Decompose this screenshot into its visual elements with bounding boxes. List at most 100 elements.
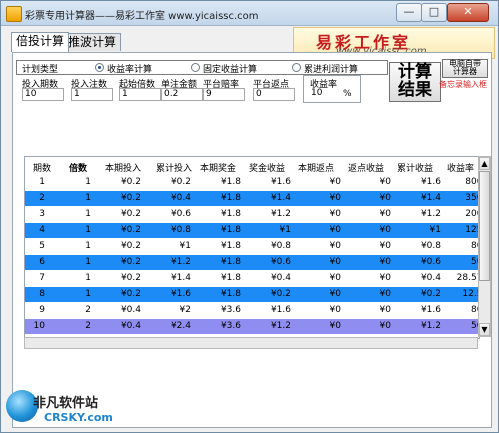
start-multiple-input[interactable]: 1 bbox=[119, 88, 161, 101]
table-cell: ¥0.2 bbox=[120, 257, 141, 267]
column-header-rebate-profit: 返点收益 bbox=[348, 164, 385, 174]
table-cell: 1 bbox=[85, 273, 91, 283]
table-cell: ¥0.2 bbox=[120, 241, 141, 251]
table-cell: ¥0 bbox=[379, 193, 391, 203]
scroll-up-arrow-icon[interactable]: ▲ bbox=[479, 157, 490, 170]
table-cell: ¥0.8 bbox=[420, 241, 441, 251]
radio-fixed-label: 固定收益计算 bbox=[203, 65, 258, 75]
vertical-scrollbar[interactable]: ▲ ▼ bbox=[478, 156, 491, 337]
table-cell: 1 bbox=[85, 193, 91, 203]
column-header-current-rebate: 本期返点 bbox=[298, 164, 335, 174]
table-row[interactable]: 2 1 ¥0.2 ¥0.4 ¥1.8 ¥1.4 ¥0 ¥0 ¥1.4 350% bbox=[25, 191, 479, 206]
calculate-button-line1: 计算 bbox=[398, 62, 432, 82]
close-button[interactable]: ✕ bbox=[447, 3, 489, 22]
tab-multiply-calc[interactable]: 倍投计算 bbox=[11, 32, 70, 52]
table-cell: ¥1.6 bbox=[420, 177, 441, 187]
calculate-button[interactable]: 计算 结果 bbox=[389, 62, 441, 102]
table-cell: ¥1.6 bbox=[420, 305, 441, 315]
radio-fixed-calc[interactable] bbox=[191, 63, 200, 72]
minimize-button[interactable]: — bbox=[396, 3, 422, 22]
table-row[interactable]: 8 1 ¥0.2 ¥1.6 ¥1.8 ¥0.2 ¥0 ¥0 ¥0.2 12.5% bbox=[25, 287, 479, 302]
scrollbar-thumb[interactable] bbox=[479, 171, 490, 281]
table-cell: ¥0.6 bbox=[170, 209, 191, 219]
table-cell: ¥0 bbox=[329, 209, 341, 219]
table-cell: ¥0 bbox=[379, 209, 391, 219]
row-index-cell: 9 bbox=[39, 305, 45, 315]
yield-input[interactable]: 10 bbox=[309, 88, 341, 99]
table-cell: 1 bbox=[85, 257, 91, 267]
radio-progressive-calc[interactable] bbox=[292, 63, 301, 72]
column-header-current-prize: 本期奖金 bbox=[200, 164, 237, 174]
table-cell: ¥0.8 bbox=[170, 225, 191, 235]
row-index-cell: 3 bbox=[39, 209, 45, 219]
horizontal-scrollbar[interactable] bbox=[24, 337, 478, 349]
unit-amount-input[interactable]: 0.2 bbox=[161, 88, 203, 101]
table-cell: 2 bbox=[85, 305, 91, 315]
row-index-cell: 6 bbox=[39, 257, 45, 267]
table-row[interactable]: 7 1 ¥0.2 ¥1.4 ¥1.8 ¥0.4 ¥0 ¥0 ¥0.4 28.57% bbox=[25, 271, 479, 286]
table-cell: ¥0.6 bbox=[270, 257, 291, 267]
table-row[interactable]: 10 2 ¥0.4 ¥2.4 ¥3.6 ¥1.2 ¥0 ¥0 ¥1.2 50% bbox=[25, 319, 479, 334]
calculate-button-line2: 结果 bbox=[398, 80, 432, 100]
table-cell: 800% bbox=[465, 177, 479, 187]
table-cell: ¥0.2 bbox=[120, 177, 141, 187]
table-cell: ¥1.4 bbox=[170, 273, 191, 283]
table-row[interactable]: 4 1 ¥0.2 ¥0.8 ¥1.8 ¥1 ¥0 ¥0 ¥1 125% bbox=[25, 223, 479, 238]
title-bar[interactable]: 彩票专用计算器——易彩工作室 www.yicaissc.com — □ ✕ bbox=[1, 1, 498, 26]
table-cell: 1 bbox=[85, 289, 91, 299]
table-cell: ¥1 bbox=[429, 225, 441, 235]
table-row[interactable]: 3 1 ¥0.2 ¥0.6 ¥1.8 ¥1.2 ¥0 ¥0 ¥1.2 200% bbox=[25, 207, 479, 222]
table-cell: ¥0.2 bbox=[120, 289, 141, 299]
rebate-input[interactable]: 0 bbox=[253, 88, 295, 101]
table-cell: ¥0 bbox=[379, 257, 391, 267]
table-cell: ¥0.6 bbox=[420, 257, 441, 267]
table-cell: ¥0 bbox=[379, 321, 391, 331]
row-index-cell: 1 bbox=[39, 177, 45, 187]
table-cell: ¥3.6 bbox=[220, 321, 241, 331]
table-cell: ¥1.8 bbox=[220, 209, 241, 219]
table-cell: ¥0 bbox=[379, 289, 391, 299]
table-row[interactable]: 5 1 ¥0.2 ¥1 ¥1.8 ¥0.8 ¥0 ¥0 ¥0.8 80% bbox=[25, 239, 479, 254]
row-index-cell: 7 bbox=[39, 273, 45, 283]
table-cell: 2 bbox=[85, 321, 91, 331]
column-header-prize-profit: 奖金收益 bbox=[249, 164, 286, 174]
table-cell: ¥0 bbox=[329, 241, 341, 251]
system-calculator-line2: 计算器 bbox=[453, 67, 477, 76]
window-title: 彩票专用计算器——易彩工作室 www.yicaissc.com bbox=[25, 11, 259, 22]
table-cell: 350% bbox=[465, 193, 479, 203]
table-cell: ¥1.8 bbox=[220, 273, 241, 283]
app-window: 彩票专用计算器——易彩工作室 www.yicaissc.com — □ ✕ 倍投… bbox=[0, 0, 499, 433]
column-header-cumulative-input: 累计投入 bbox=[156, 164, 193, 174]
bets-input[interactable]: 1 bbox=[71, 88, 113, 101]
table-cell: ¥2.4 bbox=[170, 321, 191, 331]
table-cell: ¥0.2 bbox=[120, 209, 141, 219]
table-cell: ¥0.2 bbox=[120, 225, 141, 235]
table-row[interactable]: 6 1 ¥0.2 ¥1.2 ¥1.8 ¥0.6 ¥0 ¥0 ¥0.6 50% bbox=[25, 255, 479, 270]
table-cell: ¥1 bbox=[279, 225, 291, 235]
table-cell: ¥0 bbox=[379, 241, 391, 251]
table-cell: ¥0.2 bbox=[270, 289, 291, 299]
radio-yield-calc[interactable] bbox=[95, 63, 104, 72]
table-row[interactable]: 9 2 ¥0.4 ¥2 ¥3.6 ¥1.6 ¥0 ¥0 ¥1.6 80% bbox=[25, 303, 479, 318]
table-cell: 1 bbox=[85, 177, 91, 187]
table-cell: 1 bbox=[85, 241, 91, 251]
table-cell: ¥0 bbox=[329, 257, 341, 267]
row-index-cell: 4 bbox=[39, 225, 45, 235]
table-cell: ¥1.8 bbox=[220, 257, 241, 267]
yield-unit: % bbox=[343, 89, 352, 99]
tab-wave-calc[interactable]: 推波计算 bbox=[63, 33, 122, 51]
table-row[interactable]: 1 1 ¥0.2 ¥0.2 ¥1.8 ¥1.6 ¥0 ¥0 ¥1.6 800% bbox=[25, 175, 479, 190]
radio-progressive-label: 累进利润计算 bbox=[304, 65, 359, 75]
table-cell: ¥0.4 bbox=[120, 321, 141, 331]
site-watermark: 非凡软件站 CRSKY.com bbox=[0, 386, 118, 433]
table-cell: ¥1.6 bbox=[170, 289, 191, 299]
column-header-multiple: 倍数 bbox=[69, 164, 88, 174]
table-cell: ¥1.2 bbox=[420, 321, 441, 331]
maximize-button[interactable]: □ bbox=[421, 3, 447, 22]
table-cell: ¥0.2 bbox=[120, 273, 141, 283]
scroll-down-arrow-icon[interactable]: ▼ bbox=[479, 323, 490, 336]
memo-input-note[interactable]: 备忘录输入框 bbox=[439, 80, 489, 89]
periods-input[interactable]: 10 bbox=[22, 88, 64, 101]
odds-input[interactable]: 9 bbox=[203, 88, 245, 101]
system-calculator-button[interactable]: 电脑自带 计算器 bbox=[442, 59, 488, 78]
